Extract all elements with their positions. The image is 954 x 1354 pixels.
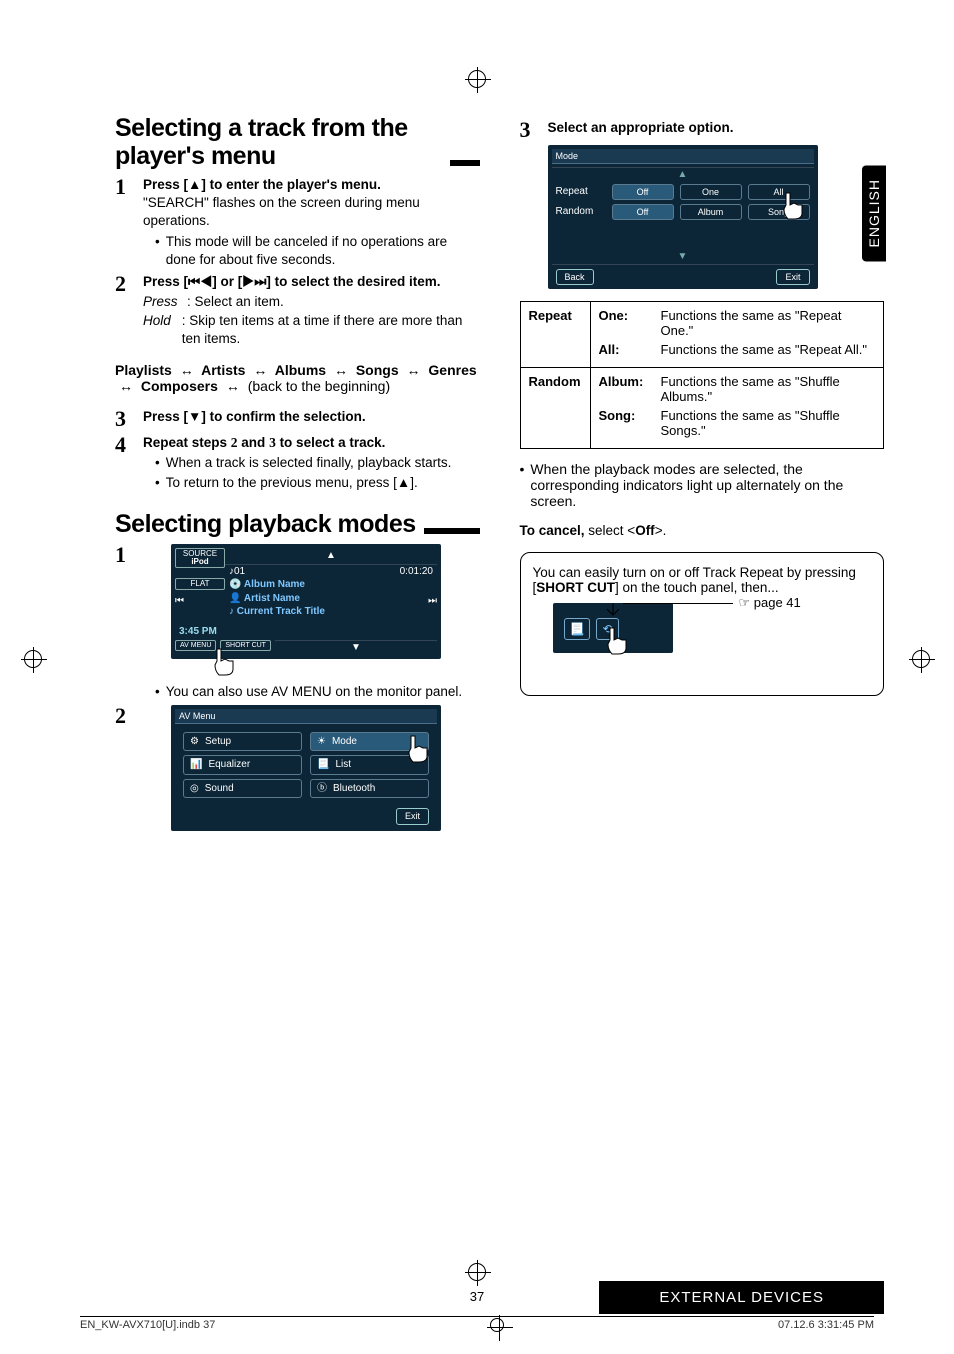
- source-badge: SOURCEiPod: [175, 548, 225, 568]
- step1-instruction: Press [▲] to enter the player's menu.: [143, 177, 381, 192]
- language-tab: ENGLISH: [862, 165, 886, 261]
- page-number: 37: [470, 1289, 484, 1304]
- cancel-line: To cancel, select <Off>.: [520, 523, 885, 538]
- up-arrow-icon: ▲: [225, 548, 437, 565]
- crop-mark-right: [912, 650, 930, 671]
- step2-press-label: Press: [143, 293, 183, 311]
- mode-title: Mode: [552, 149, 814, 164]
- step3-instruction: Press [▼] to confirm the selection.: [143, 409, 366, 424]
- step-number-4: 4: [115, 434, 133, 493]
- mode-repeat-off: Off: [612, 184, 674, 200]
- avmenu-equalizer: 📊 Equalizer: [183, 755, 302, 775]
- list-icon: 📃: [564, 618, 591, 640]
- avmenu-screen: AV Menu ⚙ Setup 📊 Equalizer ◎ Sound ☀ Mo…: [171, 705, 441, 831]
- print-footer: EN_KW-AVX710[U].indb 37 07.12.6 3:31:45 …: [80, 1316, 874, 1336]
- avmenu-bluetooth: ⓑ Bluetooth: [310, 779, 429, 799]
- mode-exit: Exit: [776, 269, 809, 285]
- artist-name: Artist Name: [244, 593, 300, 604]
- step-number-pm2: 2: [115, 705, 133, 831]
- pointer-hand-icon: [209, 647, 239, 677]
- avmenu-exit: Exit: [396, 808, 429, 824]
- ipod-screen: SOURCEiPod FLAT ▲ ♪01 0:01:20 💿 Album Na…: [171, 544, 441, 659]
- avmenu-title: AV Menu: [175, 709, 437, 724]
- step-r3-instruction: Select an appropriate option.: [548, 120, 734, 135]
- callout-arrow-icon: [603, 603, 623, 621]
- step4-bullet1: When a track is selected finally, playba…: [166, 454, 452, 472]
- crop-mark-top: [468, 70, 486, 91]
- pointer-hand-icon: [778, 191, 808, 221]
- mode-random-label: Random: [556, 205, 606, 219]
- clock-display: 3:45 PM: [175, 623, 437, 641]
- flat-badge: FLAT: [175, 578, 225, 590]
- elapsed-time: 0:01:20: [400, 565, 433, 579]
- step-number-3: 3: [115, 408, 133, 430]
- def-random-head: Random: [520, 367, 590, 448]
- step-number-2: 2: [115, 273, 133, 348]
- step4-instruction: Repeat steps 2 and 3 to select a track.: [143, 435, 385, 450]
- step-number-1: 1: [115, 176, 133, 269]
- scroll-down-icon: ▼: [552, 250, 814, 264]
- step2-press-text: : Select an item.: [187, 293, 284, 311]
- crop-mark-left: [24, 650, 42, 671]
- album-name: Album Name: [244, 579, 305, 590]
- step-number-pm1: 1: [115, 544, 133, 701]
- mode-repeat-one: One: [680, 184, 742, 200]
- avmenu-setup: ⚙ Setup: [183, 732, 302, 752]
- mode-back: Back: [556, 269, 594, 285]
- step2-hold-text: : Skip ten items at a time if there are …: [182, 312, 480, 348]
- ipod-note: You can also use AV MENU on the monitor …: [166, 683, 462, 701]
- heading-playback-modes-text: Selecting playback modes: [115, 511, 416, 539]
- def-repeat-head: Repeat: [520, 301, 590, 367]
- pointer-hand-icon: [602, 626, 632, 656]
- step2-instruction: Press [⏮◀] or [▶⏭] to select the desired…: [143, 274, 440, 289]
- heading-rule: [424, 528, 480, 534]
- footer-section-label: EXTERNAL DEVICES: [599, 1281, 884, 1314]
- down-arrow-icon: ▼: [275, 640, 437, 655]
- print-footer-left: EN_KW-AVX710[U].indb 37: [80, 1319, 215, 1336]
- mode-repeat-label: Repeat: [556, 185, 606, 199]
- mode-screen: Mode ▲ Repeat Off One All Random: [548, 145, 818, 289]
- step4-bullet2: To return to the previous menu, press [▲…: [166, 474, 418, 492]
- mode-random-off: Off: [612, 204, 674, 220]
- track-number: ♪01: [229, 565, 245, 579]
- track-title: Current Track Title: [237, 606, 325, 617]
- post-bullet: When the playback modes are selected, th…: [530, 461, 884, 509]
- heading-rule: [450, 160, 480, 166]
- mode-random-album: Album: [680, 204, 742, 220]
- print-footer-right: 07.12.6 3:31:45 PM: [778, 1319, 874, 1336]
- crop-mark-bottom: [468, 1263, 486, 1284]
- step1-text: "SEARCH" flashes on the screen during me…: [143, 195, 420, 228]
- shortcut-callout: You can easily turn on or off Track Repe…: [520, 552, 885, 696]
- heading-select-track: Selecting a track from the player's menu: [115, 115, 480, 170]
- page-ref: ☞ page 41: [739, 595, 801, 611]
- heading-playback-modes: Selecting playback modes: [115, 511, 480, 539]
- step2-hold-label: Hold: [143, 312, 178, 348]
- heading-select-track-text: Selecting a track from the player's menu: [115, 115, 442, 170]
- navigation-sequence: Playlists ↔ Artists ↔ Albums ↔ Songs ↔ G…: [115, 362, 480, 394]
- scroll-up-icon: ▲: [552, 168, 814, 182]
- mode-definition-table: Repeat One:Functions the same as "Repeat…: [520, 301, 885, 449]
- next-icon: ⏭: [428, 595, 437, 609]
- avmenu-sound: ◎ Sound: [183, 779, 302, 799]
- step-number-r3: 3: [520, 119, 538, 289]
- prev-icon: ⏮: [175, 595, 184, 609]
- step1-bullet: This mode will be canceled if no operati…: [166, 233, 480, 269]
- callout-text: You can easily turn on or off Track Repe…: [533, 565, 856, 595]
- pointer-hand-icon: [403, 734, 433, 764]
